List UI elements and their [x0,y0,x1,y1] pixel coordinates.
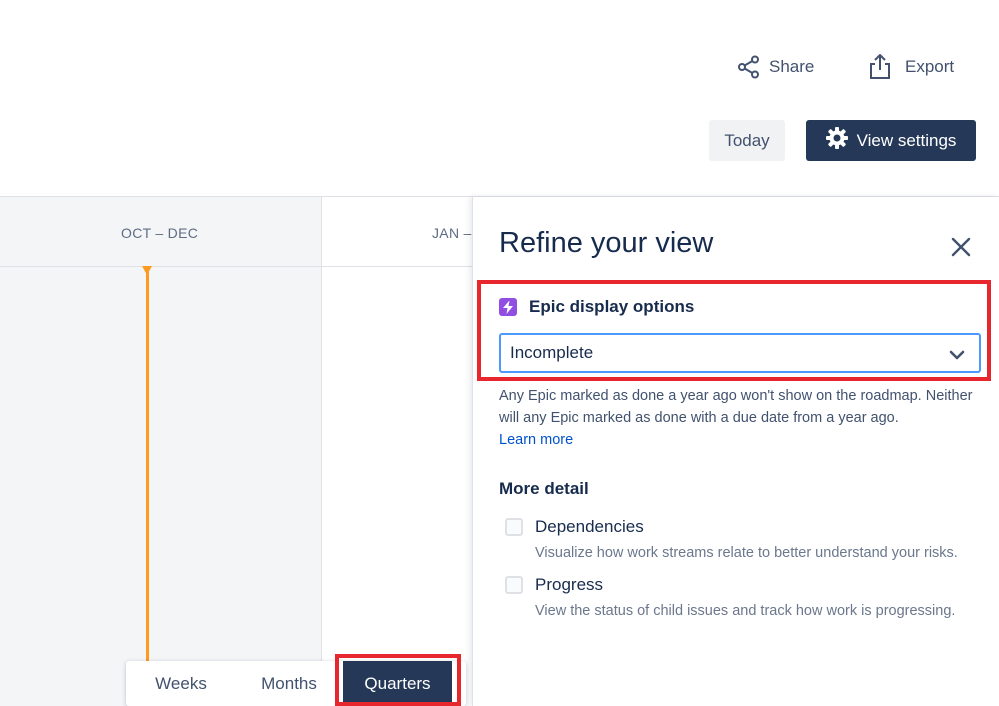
gear-icon [825,127,848,154]
timeline-grid: OCT – DEC JAN – [0,197,472,706]
refine-view-panel: Refine your view Epic display options In… [472,197,999,706]
close-icon[interactable] [949,235,973,259]
epic-display-label-row: Epic display options [499,297,694,317]
learn-more-link[interactable]: Learn more [499,429,573,451]
dependencies-label: Dependencies [535,517,644,536]
epic-display-selected-value: Incomplete [510,343,594,362]
share-label: Share [769,57,815,76]
view-settings-button[interactable]: View settings [806,120,976,161]
epic-display-help-text: Any Epic marked as done a year ago won't… [499,388,973,426]
export-label: Export [905,57,955,76]
dependencies-checkbox[interactable] [505,518,523,536]
progress-label: Progress [535,575,604,594]
column-label-jan: JAN – [432,225,472,241]
progress-checkbox[interactable] [505,576,523,594]
column-label-oct-dec: OCT – DEC [121,225,199,241]
export-icon [869,54,891,80]
timeline-header-divider [0,266,472,267]
today-line [146,271,149,706]
zoom-quarters-button[interactable]: Quarters [343,661,452,706]
column-separator [321,197,322,706]
zoom-months-button[interactable]: Months [236,661,342,706]
zoom-weeks-button[interactable]: Weeks [126,661,236,706]
epic-display-select[interactable]: Incomplete [499,333,981,373]
today-button[interactable]: Today [709,120,785,161]
dependencies-description: Visualize how work streams relate to bet… [535,545,958,561]
panel-title: Refine your view [499,227,714,259]
epic-display-label: Epic display options [529,297,695,316]
roadmap-screen: Share Export Today View settings OCT – D… [0,0,999,706]
share-icon [737,55,761,79]
progress-description: View the status of child issues and trac… [535,603,956,619]
share-button[interactable]: Share [737,52,814,82]
timeline-zoom-switcher: Weeks Months Quarters [126,661,466,706]
today-label: Today [724,130,770,150]
timeline-column-current [322,197,472,706]
view-settings-label: View settings [856,130,957,150]
chevron-down-icon [949,346,965,366]
export-button[interactable]: Export [869,52,954,82]
timeline-column-past [0,197,321,706]
more-detail-title: More detail [499,479,589,498]
epic-lightning-icon [499,298,517,316]
